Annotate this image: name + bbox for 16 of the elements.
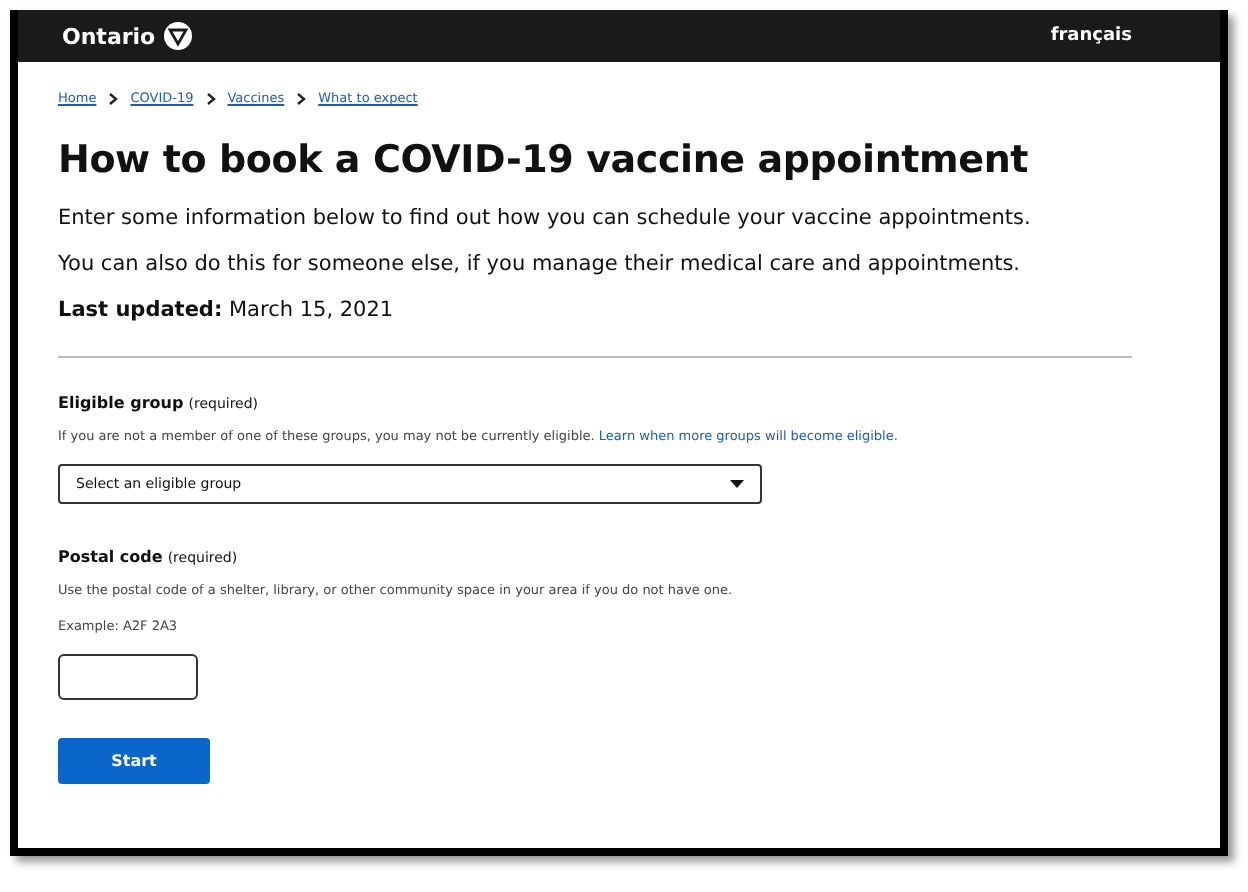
field-label: Postal code [58, 548, 163, 566]
chevron-icon [296, 91, 307, 105]
chevron-icon [205, 91, 216, 105]
intro-text: You can also do this for someone else, if you manage their medical care and appointments. [58, 252, 1023, 276]
last-updated-label: Last updated: [58, 298, 223, 322]
language-link[interactable]: français [1050, 26, 1132, 46]
chevron-icon [108, 91, 119, 105]
last-updated-date: March 15, 2021 [229, 298, 394, 322]
start-button[interactable]: Start [58, 738, 210, 784]
caret-icon [730, 480, 744, 488]
postal-code-field[interactable] [58, 654, 198, 700]
page-title: How to book a COVID-19 vaccine appointment [58, 138, 1031, 182]
field-label: Eligible group [58, 394, 184, 412]
ontario-logo[interactable]: Ontario [62, 23, 156, 49]
trillium-icon [163, 22, 192, 50]
intro-text: Enter some information below to find out how you can schedule your vaccine appointments. [58, 206, 1033, 230]
